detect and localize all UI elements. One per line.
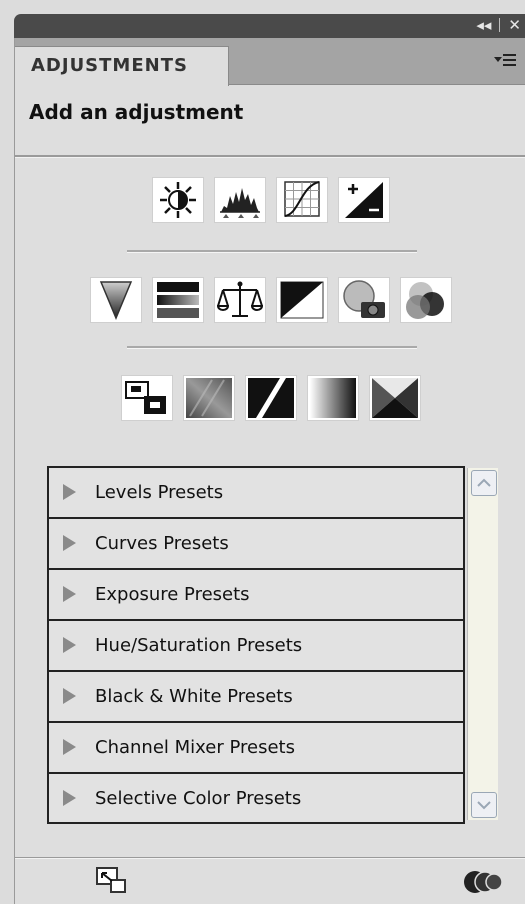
brightness-contrast-icon[interactable] — [152, 178, 203, 222]
list-item[interactable]: Hue/Saturation Presets — [49, 621, 463, 672]
color-balance-icon[interactable] — [214, 278, 265, 322]
tab-row: ADJUSTMENTS — [15, 38, 525, 86]
divider — [15, 857, 525, 859]
collapse-icon[interactable]: ◂◂ — [472, 16, 495, 34]
gradient-map-icon[interactable] — [307, 376, 358, 420]
list-item[interactable]: Black & White Presets — [49, 672, 463, 723]
scroll-down-button[interactable] — [471, 792, 497, 818]
channel-mixer-icon[interactable] — [400, 278, 451, 322]
threshold-icon[interactable] — [245, 376, 296, 420]
clip-layer-icon[interactable] — [463, 868, 505, 896]
list-item[interactable]: Curves Presets — [49, 519, 463, 570]
expand-arrow-icon[interactable] — [63, 586, 76, 602]
list-item[interactable]: Selective Color Presets — [49, 774, 463, 823]
exposure-icon[interactable] — [338, 178, 389, 222]
list-item[interactable]: Exposure Presets — [49, 570, 463, 621]
list-item[interactable]: Channel Mixer Presets — [49, 723, 463, 774]
page-title: Add an adjustment — [29, 100, 244, 124]
photo-filter-icon[interactable] — [338, 278, 389, 322]
adjustments-panel: ADJUSTMENTS Add an adjustment Levels Pre… — [14, 38, 525, 904]
hue-saturation-icon[interactable] — [152, 278, 203, 322]
window-controls: ◂◂ ✕ — [472, 16, 525, 34]
scrollbar[interactable] — [467, 468, 498, 820]
list-item[interactable]: Levels Presets — [49, 468, 463, 519]
tab-label: ADJUSTMENTS — [31, 55, 188, 76]
expand-arrow-icon[interactable] — [63, 790, 76, 806]
divider — [499, 18, 501, 32]
adjustment-row-1 — [15, 178, 525, 222]
expand-arrow-icon[interactable] — [63, 637, 76, 653]
posterize-icon[interactable] — [183, 376, 234, 420]
divider — [127, 250, 417, 253]
expand-arrow-icon[interactable] — [63, 484, 76, 500]
panel-title-bar: ◂◂ ✕ — [14, 14, 525, 38]
curves-icon[interactable] — [276, 178, 327, 222]
panel-menu-icon[interactable] — [494, 50, 518, 72]
vibrance-icon[interactable] — [90, 278, 141, 322]
expand-view-icon[interactable] — [95, 866, 129, 896]
adjustment-row-2 — [15, 278, 525, 322]
tab-adjustments[interactable]: ADJUSTMENTS — [15, 46, 229, 86]
divider — [15, 155, 525, 158]
presets-list: Levels Presets Curves Presets Exposure P… — [47, 466, 465, 824]
adjustment-row-3 — [15, 376, 525, 420]
black-white-icon[interactable] — [276, 278, 327, 322]
expand-arrow-icon[interactable] — [63, 535, 76, 551]
close-icon[interactable]: ✕ — [504, 16, 525, 34]
invert-icon[interactable] — [121, 376, 172, 420]
scroll-up-button[interactable] — [471, 470, 497, 496]
expand-arrow-icon[interactable] — [63, 688, 76, 704]
expand-arrow-icon[interactable] — [63, 739, 76, 755]
selective-color-icon[interactable] — [369, 376, 420, 420]
divider — [127, 346, 417, 349]
levels-icon[interactable] — [214, 178, 265, 222]
